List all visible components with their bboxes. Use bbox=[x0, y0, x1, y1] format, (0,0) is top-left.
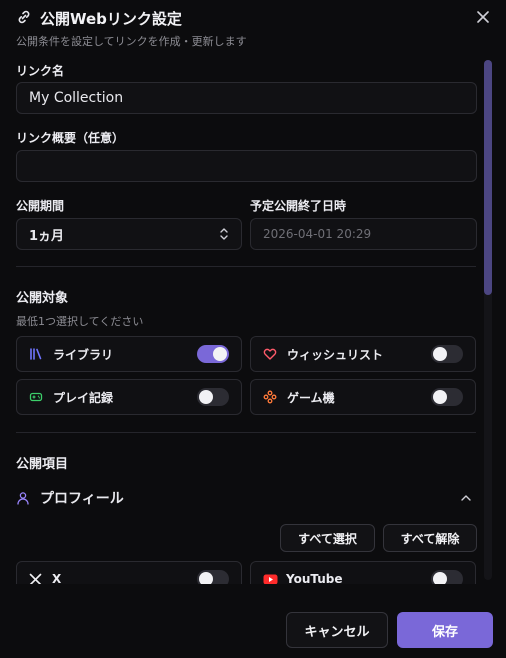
link-summary-label: リンク概要（任意） bbox=[16, 131, 125, 145]
console-toggle[interactable] bbox=[431, 388, 463, 406]
target-wishlist[interactable]: ウィッシュリスト bbox=[250, 336, 476, 372]
user-icon bbox=[17, 492, 29, 505]
items-title: 公開項目 bbox=[16, 457, 69, 472]
period-select[interactable]: 1ヵ月 bbox=[16, 218, 242, 250]
end-date-label: 予定公開終了日時 bbox=[250, 199, 347, 213]
library-toggle[interactable] bbox=[197, 345, 229, 363]
cancel-button[interactable]: キャンセル bbox=[286, 612, 388, 648]
close-icon bbox=[477, 11, 489, 23]
period-label: 公開期間 bbox=[16, 199, 65, 213]
save-button[interactable]: 保存 bbox=[397, 612, 493, 648]
divider bbox=[16, 266, 476, 267]
scrollbar-thumb[interactable] bbox=[484, 60, 492, 295]
link-icon bbox=[16, 9, 32, 29]
target-label: プレイ記録 bbox=[53, 390, 114, 405]
profile-section-header[interactable]: プロフィール bbox=[16, 488, 476, 508]
target-label: ライブラリ bbox=[53, 347, 114, 362]
x-toggle[interactable] bbox=[197, 570, 229, 584]
console-icon bbox=[263, 390, 277, 404]
divider bbox=[16, 432, 476, 433]
select-all-button[interactable]: すべて選択 bbox=[280, 524, 375, 552]
dialog-content: リンク名 My Collection リンク概要（任意） 公開期間 1ヵ月 予定… bbox=[0, 56, 506, 584]
target-label: ウィッシュリスト bbox=[287, 347, 384, 362]
link-item-x[interactable]: X bbox=[16, 561, 242, 584]
deselect-all-button[interactable]: すべて解除 bbox=[383, 524, 477, 552]
wishlist-toggle[interactable] bbox=[431, 345, 463, 363]
library-icon bbox=[30, 348, 42, 360]
close-button[interactable] bbox=[474, 8, 492, 26]
link-name-input[interactable]: My Collection bbox=[16, 82, 477, 114]
youtube-toggle[interactable] bbox=[431, 570, 463, 584]
period-value: 1ヵ月 bbox=[29, 228, 65, 244]
targets-hint: 最低1つ選択してください bbox=[16, 315, 144, 328]
link-summary-input[interactable] bbox=[16, 150, 477, 182]
chevron-updown-icon bbox=[220, 228, 228, 240]
youtube-icon bbox=[263, 574, 278, 584]
link-name-label: リンク名 bbox=[16, 64, 65, 78]
title-row: 公開Webリンク設定 bbox=[16, 8, 182, 29]
dialog-title: 公開Webリンク設定 bbox=[40, 10, 182, 28]
heart-icon bbox=[263, 348, 277, 360]
target-label: ゲーム機 bbox=[287, 390, 335, 405]
target-console[interactable]: ゲーム機 bbox=[250, 379, 476, 415]
dialog-subtitle: 公開条件を設定してリンクを作成・更新します bbox=[16, 35, 247, 48]
chevron-up-icon bbox=[461, 495, 471, 501]
link-item-label: YouTube bbox=[286, 572, 343, 584]
public-web-link-dialog: 公開Webリンク設定 公開条件を設定してリンクを作成・更新します リンク名 My… bbox=[0, 0, 506, 658]
target-library[interactable]: ライブラリ bbox=[16, 336, 242, 372]
x-logo-icon bbox=[29, 573, 42, 584]
targets-title: 公開対象 bbox=[16, 291, 69, 306]
end-date-input[interactable]: 2026-04-01 20:29 bbox=[250, 218, 477, 250]
target-play-log[interactable]: プレイ記録 bbox=[16, 379, 242, 415]
dialog-header: 公開Webリンク設定 公開条件を設定してリンクを作成・更新します bbox=[0, 0, 506, 56]
dialog-footer: キャンセル 保存 bbox=[0, 584, 506, 658]
gamepad-icon bbox=[29, 392, 43, 402]
profile-label: プロフィール bbox=[40, 491, 124, 507]
play-log-toggle[interactable] bbox=[197, 388, 229, 406]
link-item-label: X bbox=[52, 572, 62, 584]
scrollbar[interactable] bbox=[484, 60, 492, 580]
link-item-youtube[interactable]: YouTube bbox=[250, 561, 476, 584]
